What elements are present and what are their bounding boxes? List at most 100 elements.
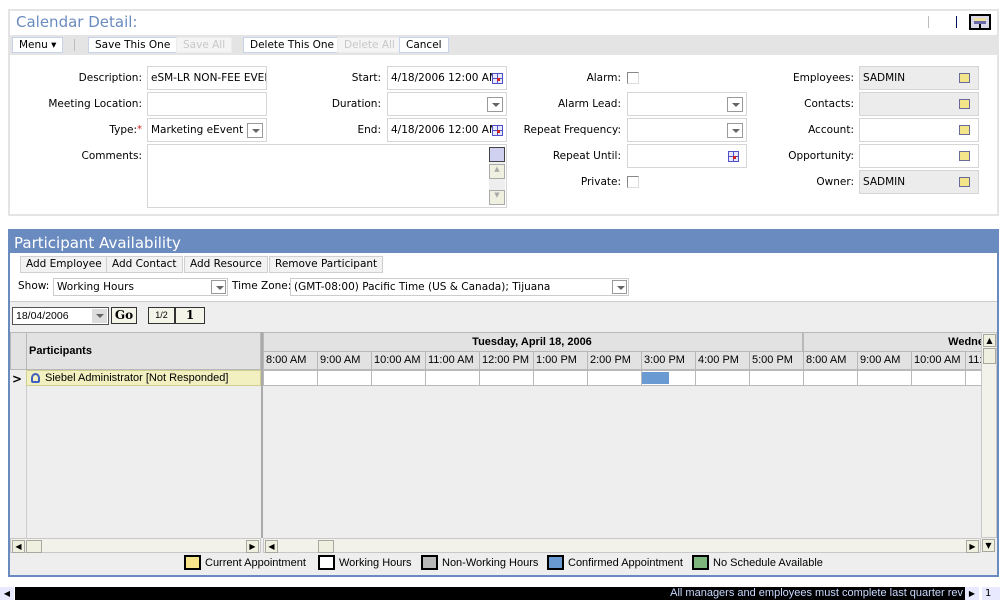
comments-field[interactable]	[147, 144, 507, 208]
date-value: 18/04/2006	[16, 310, 69, 322]
legend-item: Current Appointment	[184, 555, 306, 571]
time-zone-value: (GMT-08:00) Pacific Time (US & Canada); …	[294, 281, 551, 293]
calendar-icon[interactable]	[728, 151, 739, 162]
expand-text-icon[interactable]	[489, 147, 505, 162]
time-slot-cell[interactable]	[641, 370, 696, 386]
scroll-up-icon[interactable]: ▲	[489, 164, 505, 179]
time-slot-cell[interactable]	[695, 370, 750, 386]
participant-name[interactable]: Siebel Administrator [Not Responded]	[45, 372, 228, 384]
scroll-left-icon[interactable]: ◀	[265, 540, 278, 553]
add-resource-button[interactable]: Add Resource	[184, 256, 268, 273]
private-checkbox[interactable]	[627, 176, 639, 188]
hour-header: 3:00 PM	[641, 351, 696, 370]
time-slot-cell[interactable]	[479, 370, 534, 386]
opportunity-field[interactable]	[859, 144, 979, 168]
duration-field[interactable]	[387, 92, 507, 116]
time-slot-cell[interactable]	[533, 370, 588, 386]
alarm-lead-field[interactable]	[627, 92, 747, 116]
dropdown-icon[interactable]	[727, 97, 743, 112]
time-slot-cell[interactable]	[263, 370, 318, 386]
time-zone-select[interactable]: (GMT-08:00) Pacific Time (US & Canada); …	[290, 278, 629, 296]
dropdown-icon[interactable]	[612, 280, 627, 294]
confirmed-appointment-block[interactable]	[642, 372, 669, 384]
calendar-icon[interactable]	[492, 73, 503, 84]
description-label: Description:	[78, 72, 142, 84]
meeting-location-field[interactable]	[147, 92, 267, 116]
collapse-applet-button[interactable]	[969, 14, 991, 30]
cancel-button[interactable]: Cancel	[399, 37, 449, 53]
ticker-scroll-right-icon[interactable]: ▶	[965, 587, 979, 600]
pick-list-icon[interactable]	[959, 177, 970, 187]
participants-horizontal-scrollbar[interactable]: ◀ ▶	[10, 538, 261, 553]
scroll-right-icon[interactable]: ▶	[246, 540, 259, 553]
one-day-button[interactable]: 1	[175, 307, 205, 324]
dropdown-icon[interactable]	[211, 280, 226, 294]
end-field[interactable]: 4/18/2006 12:00 AM	[387, 118, 507, 142]
go-button[interactable]: Go	[111, 307, 137, 324]
employees-value: SADMIN	[863, 72, 906, 84]
type-field[interactable]: Marketing eEvent	[147, 118, 267, 142]
time-slot-cell[interactable]	[425, 370, 480, 386]
scroll-thumb[interactable]	[26, 540, 42, 553]
legend-label: Working Hours	[339, 557, 412, 569]
scroll-thumb[interactable]	[983, 348, 996, 364]
time-slot-cell[interactable]	[317, 370, 372, 386]
repeat-until-field[interactable]	[627, 144, 747, 168]
type-label-text: Type:	[109, 124, 137, 136]
scroll-down-icon[interactable]: ▼	[489, 190, 505, 205]
scroll-right-icon[interactable]: ▶	[966, 540, 979, 553]
time-slot-cell[interactable]	[371, 370, 426, 386]
employees-field[interactable]: SADMIN	[859, 66, 979, 90]
add-contact-button[interactable]: Add Contact	[106, 256, 183, 273]
legend-label: Non-Working Hours	[442, 557, 539, 569]
applet-header: Participant Availability	[10, 231, 997, 253]
end-value: 4/18/2006 12:00 AM	[391, 124, 499, 136]
pick-list-icon[interactable]	[959, 73, 970, 83]
scroll-down-icon[interactable]: ▼	[982, 539, 995, 552]
owner-field[interactable]: SADMIN	[859, 170, 979, 194]
participants-header[interactable]: Participants	[26, 332, 261, 370]
participant-row[interactable]: Siebel Administrator [Not Responded]	[26, 370, 261, 386]
show-select[interactable]: Working Hours	[53, 278, 228, 296]
save-all-button[interactable]: Save All	[176, 37, 233, 53]
dropdown-icon[interactable]	[92, 309, 107, 323]
menu-button[interactable]: Menu ▾	[12, 37, 64, 53]
legend-swatch	[547, 555, 564, 570]
grid-horizontal-scrollbar[interactable]: ◀ ▶	[263, 538, 981, 553]
save-this-one-button[interactable]: Save This One	[88, 37, 178, 53]
delete-all-button[interactable]: Delete All	[337, 37, 402, 53]
alarm-checkbox[interactable]	[627, 72, 639, 84]
description-field[interactable]: eSM-LR NON-FEE EVENT	[147, 66, 267, 90]
start-field[interactable]: 4/18/2006 12:00 AM	[387, 66, 507, 90]
scroll-up-icon[interactable]: ▲	[983, 334, 996, 347]
time-slot-cell[interactable]	[857, 370, 912, 386]
account-field[interactable]	[859, 118, 979, 142]
calendar-icon[interactable]	[492, 125, 503, 136]
delete-this-one-button[interactable]: Delete This One	[243, 37, 342, 53]
message-ticker[interactable]: All managers and employees must complete…	[15, 587, 965, 600]
time-slot-cell[interactable]	[749, 370, 804, 386]
dropdown-icon[interactable]	[487, 97, 503, 112]
pick-list-icon[interactable]	[959, 99, 970, 109]
time-slot-cell[interactable]	[965, 370, 981, 386]
pick-list-icon[interactable]	[959, 151, 970, 161]
date-input[interactable]: 18/04/2006	[12, 307, 109, 325]
comments-scrollbar[interactable]: ▲ ▼	[489, 147, 505, 205]
ticker-scroll-left-icon[interactable]: ◀	[0, 587, 14, 600]
time-zone-label: Time Zone:	[232, 280, 292, 292]
add-employee-button[interactable]: Add Employee	[20, 256, 108, 273]
scroll-thumb[interactable]	[318, 540, 334, 553]
repeat-frequency-field[interactable]	[627, 118, 747, 142]
time-slot-cell[interactable]	[803, 370, 858, 386]
dropdown-icon[interactable]	[727, 123, 743, 138]
contacts-field[interactable]	[859, 92, 979, 116]
meeting-location-label: Meeting Location:	[48, 98, 142, 110]
dropdown-icon[interactable]	[247, 123, 263, 138]
pick-list-icon[interactable]	[959, 125, 970, 135]
scroll-left-icon[interactable]: ◀	[12, 540, 25, 553]
half-day-button[interactable]: 1/2	[148, 307, 175, 324]
time-slot-cell[interactable]	[587, 370, 642, 386]
vertical-scrollbar[interactable]: ▲	[981, 332, 997, 538]
remove-participant-button[interactable]: Remove Participant	[269, 256, 384, 273]
time-slot-cell[interactable]	[911, 370, 966, 386]
